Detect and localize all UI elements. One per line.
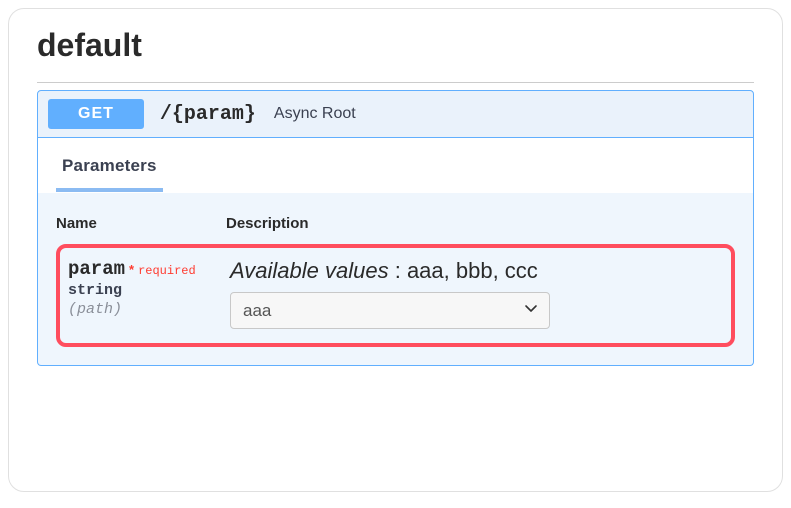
available-values-list: aaa, bbb, ccc	[407, 258, 538, 283]
column-name-header: Name	[56, 215, 226, 232]
param-description-column: Available values : aaa, bbb, ccc aaa	[230, 258, 721, 329]
column-headers: Name Description	[56, 215, 735, 232]
endpoint-path: /{param}	[160, 103, 256, 126]
param-in: (path)	[68, 301, 230, 318]
endpoint-summary: Async Root	[274, 105, 356, 123]
parameters-area: Name Description param * required string…	[38, 193, 753, 365]
section-title: default	[37, 27, 754, 64]
required-text: required	[138, 264, 196, 278]
column-description-header: Description	[226, 215, 735, 232]
available-values-label: Available values	[230, 258, 389, 283]
divider	[37, 82, 754, 83]
highlight-annotation-box: param * required string (path) Available…	[56, 244, 735, 347]
param-select[interactable]: aaa	[230, 292, 550, 329]
param-select-wrap: aaa	[230, 292, 550, 329]
tabs-bar: Parameters	[38, 138, 753, 193]
endpoint-header[interactable]: GET /{param} Async Root	[37, 90, 754, 138]
tab-parameters[interactable]: Parameters	[56, 138, 163, 192]
required-star: *	[129, 262, 134, 277]
available-values-text: Available values : aaa, bbb, ccc	[230, 258, 721, 284]
endpoint-body: Parameters Name Description param * requ…	[37, 138, 754, 366]
method-badge: GET	[48, 99, 144, 129]
param-meta: param * required string (path)	[68, 258, 230, 329]
param-name: param	[68, 258, 125, 280]
param-type: string	[68, 282, 230, 299]
